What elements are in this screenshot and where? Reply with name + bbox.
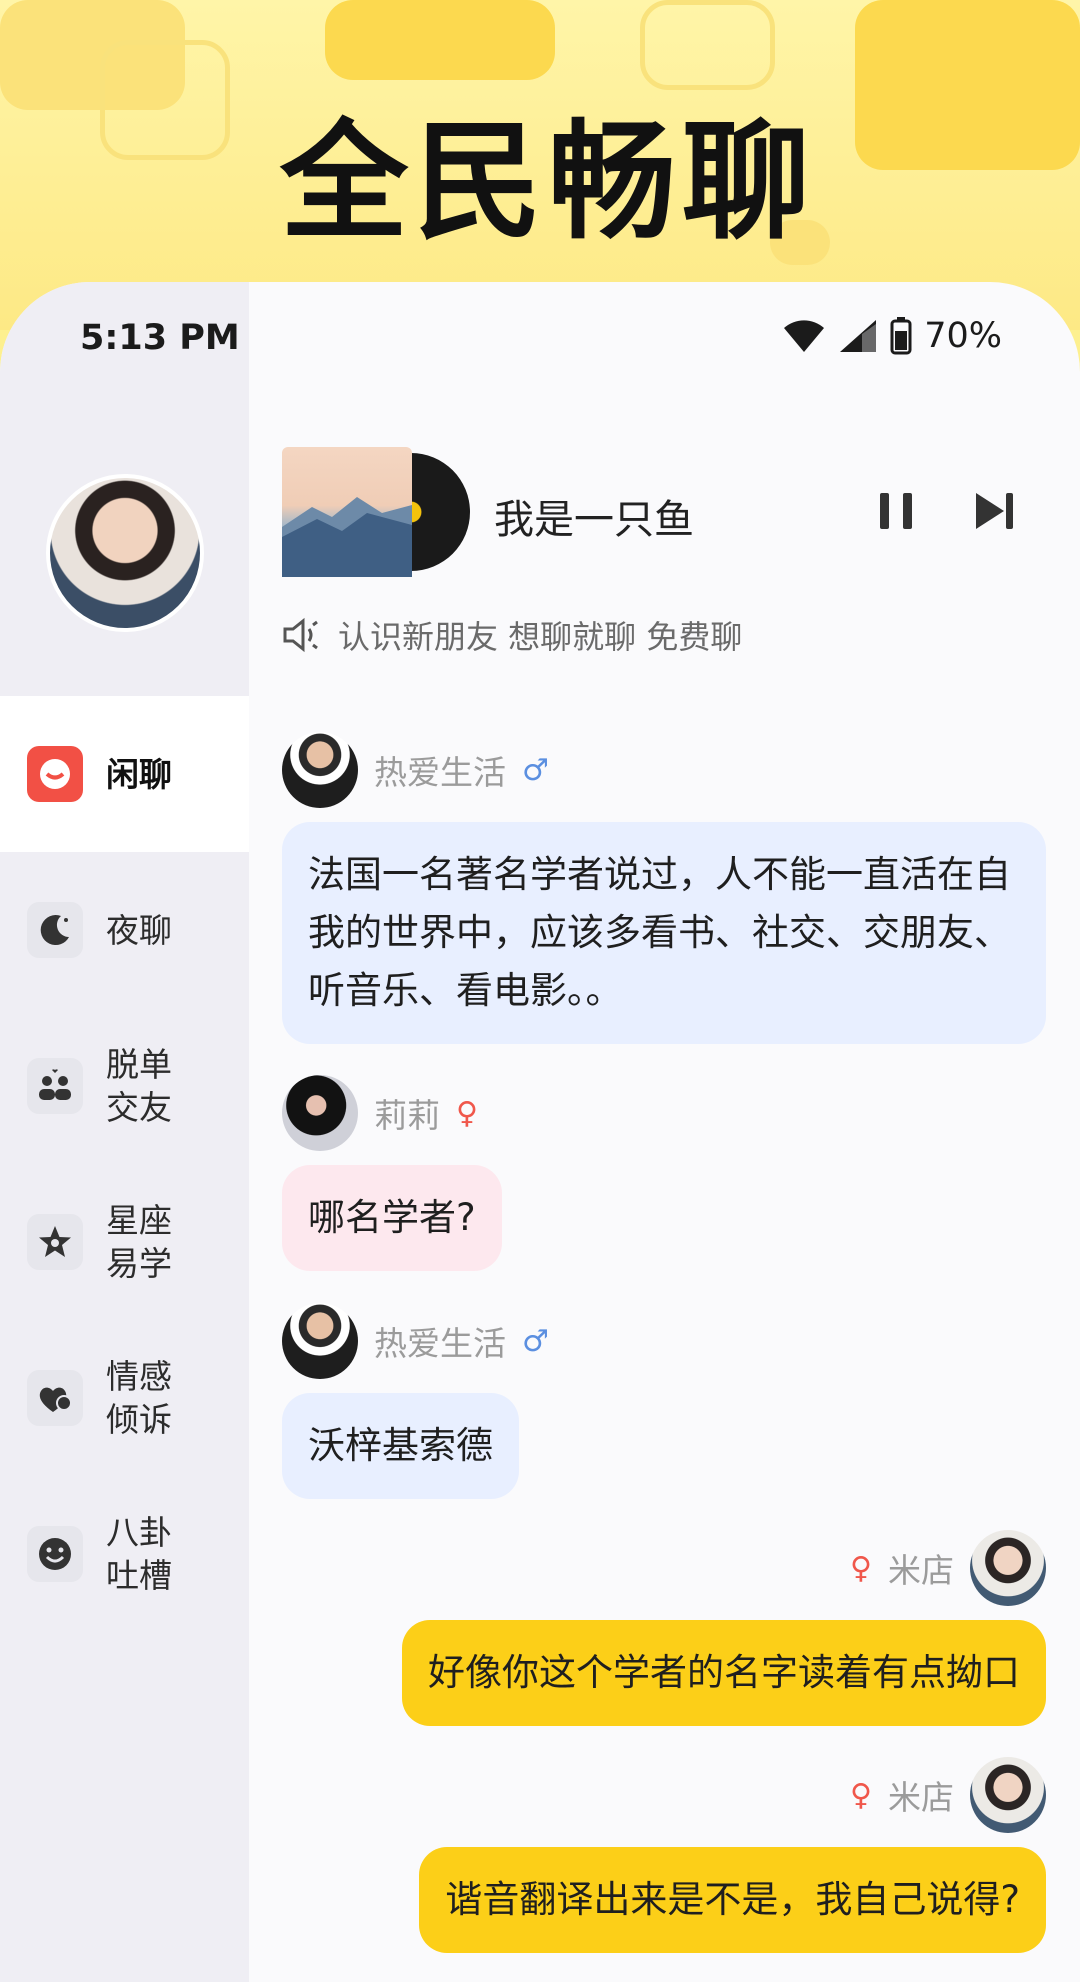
chat-message: 热爱生活 ♂ 沃梓基索德 [282,1301,1046,1499]
announcement-bar: 认识新朋友 想聊就聊 免费聊 [282,612,742,658]
pause-button[interactable] [866,481,926,541]
message-bubble[interactable]: 法国一名著名学者说过，人不能一直活在自我的世界中，应该多看书、社交、交朋友、听音… [282,822,1046,1044]
female-icon: ♀ [850,1550,872,1586]
username: 米店 [888,1778,954,1817]
female-icon: ♀ [850,1777,872,1813]
chat-message: ♀ 米店 好像你这个学者的名字读着有点拗口 [282,1528,1046,1726]
song-title: 我是一只鱼 [494,497,694,543]
chat-message: ♀ 米店 谐音翻译出来是不是，我自己说得? [282,1755,1046,1953]
album-art [282,447,482,577]
deco-bubble [640,0,775,90]
status-time: 5:13 PM [80,318,240,358]
chat-bubble-icon [27,746,83,802]
sidebar-item-label: 星座 易学 [106,1201,172,1283]
moon-icon [27,902,83,958]
message-bubble[interactable]: 好像你这个学者的名字读着有点拗口 [402,1620,1046,1726]
male-icon: ♂ [522,1323,549,1359]
smile-icon [27,1526,83,1582]
avatar[interactable] [282,732,358,808]
sidebar-item-xingzuo[interactable]: 星座 易学 [0,1164,249,1320]
sidebar-item-tuodan[interactable]: 脱单 交友 [0,1008,249,1164]
couple-icon [27,1058,83,1114]
user-avatar[interactable] [46,474,204,632]
sidebar-item-qinggan[interactable]: 情感 倾诉 [0,1320,249,1476]
promo-banner: 全民畅聊 [0,0,1080,330]
deco-bubble [855,0,1080,170]
username: 米店 [888,1551,954,1590]
album-cover [282,447,412,577]
username: 热爱生活 [374,753,506,792]
sidebar-item-label: 闲聊 [106,754,172,794]
username: 莉莉 [374,1096,440,1135]
chat-message: 莉莉 ♀ 哪名学者? [282,1073,1046,1271]
male-icon: ♂ [522,752,549,788]
deco-bubble [325,0,555,80]
next-button[interactable] [965,481,1025,541]
username: 热爱生活 [374,1324,506,1363]
sidebar-item-label: 夜聊 [106,910,172,950]
banner-title: 全民畅聊 [280,108,817,257]
female-icon: ♀ [456,1095,478,1131]
deco-bubble [100,40,230,160]
status-icons: 70% [782,316,1002,356]
skip-next-icon [976,493,1013,529]
sidebar-item-label: 脱单 交友 [106,1045,172,1127]
wifi-icon [784,320,825,352]
announcement-text: 认识新朋友 想聊就聊 免费聊 [338,618,743,656]
signal-icon [840,320,877,352]
sidebar-item-label: 情感 倾诉 [106,1357,172,1439]
message-bubble[interactable]: 沃梓基索德 [282,1393,519,1499]
speaker-icon [283,617,318,653]
music-player[interactable]: 我是一只鱼 [282,447,1042,577]
pause-icon [880,493,912,529]
avatar[interactable] [970,1757,1046,1833]
avatar[interactable] [282,1075,358,1151]
battery-icon [890,317,912,355]
sidebar-item-yeliao[interactable]: 夜聊 [0,852,249,1008]
chat-message: 热爱生活 ♂ 法国一名著名学者说过，人不能一直活在自我的世界中，应该多看书、社交… [282,730,1046,1044]
battery-percent: 70% [924,316,1002,356]
sidebar-item-label: 八卦 吐槽 [106,1513,172,1595]
star-icon [27,1214,83,1270]
sidebar: 5:13 PM 闲聊 夜聊 脱单 交友 星座 易学 情感 倾诉 八卦 吐槽 [0,282,249,1982]
avatar[interactable] [282,1303,358,1379]
sidebar-item-bagua[interactable]: 八卦 吐槽 [0,1476,249,1632]
sidebar-item-xianliao[interactable]: 闲聊 [0,696,249,852]
phone-screen: 5:13 PM 闲聊 夜聊 脱单 交友 星座 易学 情感 倾诉 八卦 吐槽 70… [0,282,1080,1982]
heart-icon [27,1370,83,1426]
message-bubble[interactable]: 谐音翻译出来是不是，我自己说得? [419,1847,1046,1953]
message-bubble[interactable]: 哪名学者? [282,1165,502,1271]
avatar[interactable] [970,1530,1046,1606]
